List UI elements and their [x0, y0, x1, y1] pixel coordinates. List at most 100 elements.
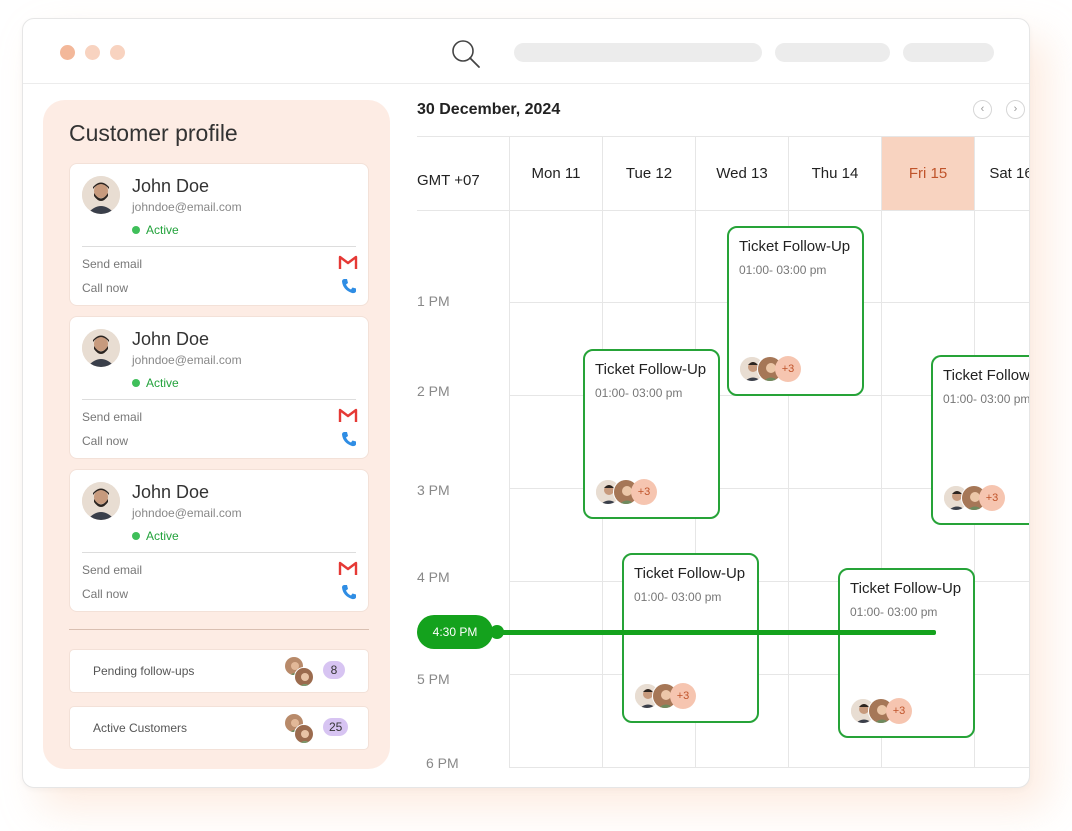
search-icon[interactable]	[451, 39, 481, 69]
search-bar-placeholder[interactable]	[514, 43, 762, 62]
card-divider	[82, 246, 356, 247]
phone-icon[interactable]	[340, 583, 358, 601]
call-now-link[interactable]: Call now	[82, 587, 128, 601]
avatar	[82, 482, 120, 520]
grid-line	[417, 210, 1029, 211]
event-time: 01:00- 03:00 pm	[739, 263, 827, 277]
event-time: 01:00- 03:00 pm	[943, 392, 1030, 406]
app-window: Customer profile John Doe johndoe@email.…	[22, 18, 1030, 788]
event-card[interactable]: Ticket Follow-Up 01:00- 03:00 pm +3	[931, 355, 1030, 525]
pending-follow-ups-item[interactable]: Pending follow-ups 8	[69, 649, 369, 693]
time-label: 2 PM	[417, 383, 450, 399]
phone-icon[interactable]	[340, 277, 358, 295]
status-label: Active	[146, 376, 179, 390]
send-email-link[interactable]: Send email	[82, 410, 142, 424]
event-time: 01:00- 03:00 pm	[595, 386, 683, 400]
more-attendees-badge[interactable]: +3	[979, 485, 1005, 511]
avatar	[294, 667, 314, 687]
customer-name: John Doe	[132, 329, 210, 349]
attendee-stack: +3	[850, 698, 930, 726]
stat-label: Pending follow-ups	[93, 664, 195, 678]
gmail-icon[interactable]	[338, 407, 358, 423]
time-label: 3 PM	[417, 482, 450, 498]
customer-card[interactable]: John Doe johndoe@email.com Active Send e…	[69, 469, 369, 612]
status-dot-icon	[132, 226, 140, 234]
day-header-sat[interactable]: Sat 16	[975, 137, 1029, 210]
call-now-link[interactable]: Call now	[82, 281, 128, 295]
attendee-stack: +3	[595, 479, 675, 507]
status-badge: Active	[132, 223, 179, 237]
day-header-fri-today[interactable]: Fri 15	[882, 137, 974, 210]
toolbar-placeholder	[903, 43, 994, 62]
panel-divider	[69, 629, 369, 630]
avatar	[294, 724, 314, 744]
event-card[interactable]: Ticket Follow-Up 01:00- 03:00 pm +3	[622, 553, 759, 723]
event-card[interactable]: Ticket Follow-Up 01:00- 03:00 pm +3	[583, 349, 720, 519]
send-email-link[interactable]: Send email	[82, 563, 142, 577]
day-header-thu[interactable]: Thu 14	[789, 137, 881, 210]
customer-card[interactable]: John Doe johndoe@email.com Active Send e…	[69, 316, 369, 459]
attendee-stack: +3	[943, 485, 1023, 513]
more-attendees-badge[interactable]: +3	[775, 356, 801, 382]
call-now-link[interactable]: Call now	[82, 434, 128, 448]
more-attendees-badge[interactable]: +3	[886, 698, 912, 724]
toolbar-placeholder	[775, 43, 890, 62]
status-badge: Active	[132, 529, 179, 543]
event-title: Ticket Follow-Up	[634, 565, 746, 582]
time-label: 4 PM	[417, 569, 450, 585]
day-header-tue[interactable]: Tue 12	[603, 137, 695, 210]
status-label: Active	[146, 223, 179, 237]
day-header-mon[interactable]: Mon 11	[510, 137, 602, 210]
time-label: 1 PM	[417, 293, 450, 309]
current-time-badge: 4:30 PM	[417, 615, 493, 649]
gmail-icon[interactable]	[338, 560, 358, 576]
grid-line	[509, 136, 510, 768]
customer-name: John Doe	[132, 176, 210, 196]
attendee-stack: +3	[634, 683, 714, 711]
avatar-stack	[284, 713, 318, 745]
count-badge: 8	[323, 661, 345, 679]
timezone-label: GMT +07	[417, 172, 480, 189]
gmail-icon[interactable]	[338, 254, 358, 270]
customer-email: johndoe@email.com	[132, 200, 242, 214]
stat-label: Active Customers	[93, 721, 188, 735]
event-title: Ticket Follow-Up	[739, 238, 851, 255]
window-minimize-dot[interactable]	[85, 45, 100, 60]
event-card[interactable]: Ticket Follow-Up 01:00- 03:00 pm +3	[727, 226, 864, 396]
event-title: Ticket Follow-Up	[595, 361, 707, 378]
phone-icon[interactable]	[340, 430, 358, 448]
card-divider	[82, 399, 356, 400]
window-maximize-dot[interactable]	[110, 45, 125, 60]
event-title: Ticket Follow-Up	[943, 367, 1030, 384]
customer-email: johndoe@email.com	[132, 353, 242, 367]
event-time: 01:00- 03:00 pm	[850, 605, 938, 619]
avatar	[82, 329, 120, 367]
event-card[interactable]: Ticket Follow-Up 01:00- 03:00 pm +3	[838, 568, 975, 738]
panel-title: Customer profile	[69, 120, 238, 146]
status-label: Active	[146, 529, 179, 543]
grid-line	[510, 767, 1029, 768]
active-customers-item[interactable]: Active Customers 25	[69, 706, 369, 750]
status-dot-icon	[132, 379, 140, 387]
count-badge: 25	[323, 718, 349, 736]
avatar	[82, 176, 120, 214]
event-title: Ticket Follow-Up	[850, 580, 962, 597]
send-email-link[interactable]: Send email	[82, 257, 142, 271]
avatar-stack	[284, 656, 318, 688]
calendar-date: 30 December, 2024	[417, 101, 561, 118]
status-dot-icon	[132, 532, 140, 540]
prev-button[interactable]: ‹	[973, 100, 992, 119]
more-attendees-badge[interactable]: +3	[670, 683, 696, 709]
day-header-wed[interactable]: Wed 13	[696, 137, 788, 210]
customer-name: John Doe	[132, 482, 210, 502]
time-label: 5 PM	[417, 671, 450, 687]
customer-profile-panel: Customer profile John Doe johndoe@email.…	[43, 100, 390, 769]
attendee-stack: +3	[739, 356, 819, 384]
window-close-dot[interactable]	[60, 45, 75, 60]
customer-email: johndoe@email.com	[132, 506, 242, 520]
time-label: 6 PM	[426, 755, 459, 771]
next-button[interactable]: ›	[1006, 100, 1025, 119]
customer-card[interactable]: John Doe johndoe@email.com Active Send e…	[69, 163, 369, 306]
current-time-line	[491, 630, 936, 635]
more-attendees-badge[interactable]: +3	[631, 479, 657, 505]
